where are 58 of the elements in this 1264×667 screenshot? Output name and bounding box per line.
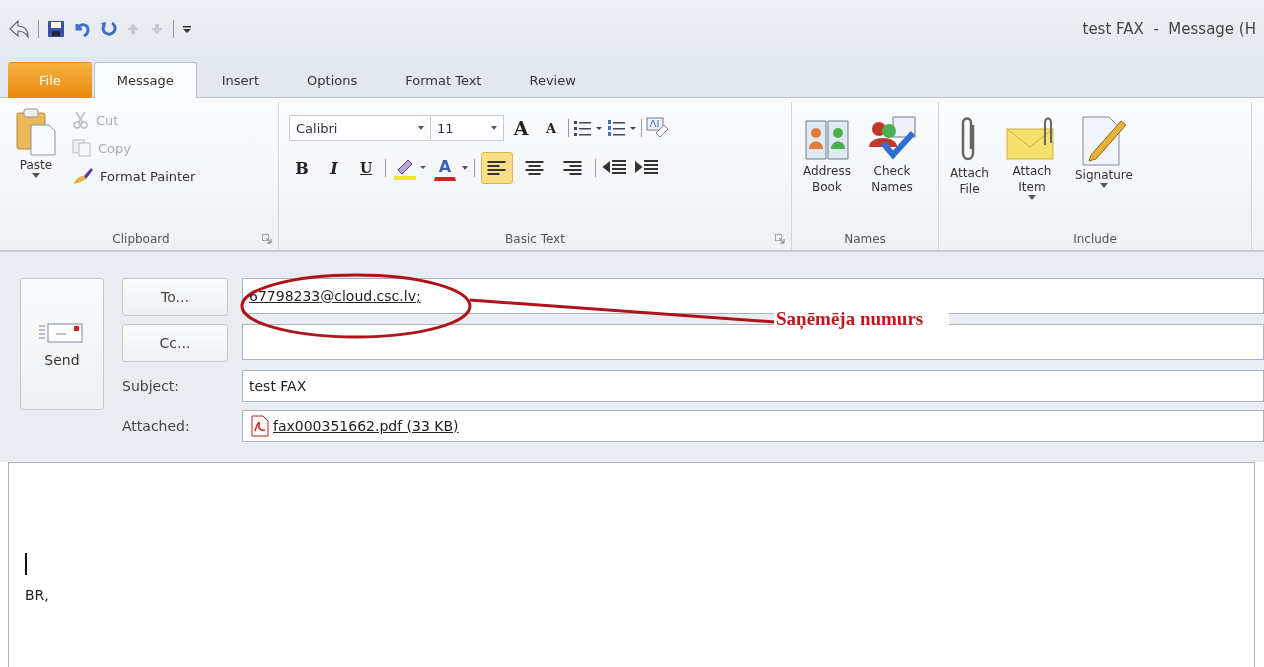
group-label: Basic Text (505, 232, 565, 246)
caret-icon (418, 126, 424, 130)
field-label: Subject: (122, 377, 181, 396)
input-field[interactable]: test FAX (242, 370, 1264, 402)
attachment-field[interactable]: fax000351662.pdf (33 KB) (242, 410, 1264, 442)
font-name-dropdown[interactable]: Calibri (289, 115, 431, 141)
book-button[interactable]: Address Book (798, 112, 856, 198)
group-label: Clipboard (112, 232, 170, 246)
field-label: Attached: (122, 417, 191, 436)
dialog-launcher-icon[interactable] (262, 234, 272, 244)
grow-font-button[interactable]: A (508, 114, 534, 142)
reply-icon[interactable] (8, 19, 30, 39)
bullet-list-icon[interactable] (573, 119, 603, 137)
caret-icon (32, 173, 40, 178)
recipient-button[interactable]: To... (122, 278, 228, 316)
align-icon (561, 160, 585, 176)
shrink-font-button[interactable]: A (538, 114, 564, 142)
send-button[interactable]: Send (20, 278, 104, 410)
pdf-file-icon (249, 415, 271, 437)
envelope-icon (38, 320, 86, 346)
dialog-launcher-icon[interactable] (775, 234, 785, 244)
group-label: Include (1073, 232, 1117, 246)
bold-button[interactable]: B (289, 154, 315, 182)
ribbon-tab[interactable]: Review (506, 62, 599, 98)
window-title: test FAX - Message (H (1082, 20, 1256, 38)
recipient-button[interactable]: Cc... (122, 324, 228, 362)
redo-icon[interactable] (99, 20, 117, 38)
ribbon-tab[interactable]: Message (93, 62, 197, 98)
format-painter-button[interactable]: Format Painter (68, 164, 200, 188)
align-icon (523, 160, 547, 176)
caret-icon (491, 126, 497, 130)
customize-dropdown-icon[interactable] (182, 23, 192, 35)
font-color-button[interactable]: A (434, 155, 456, 181)
styles-icon[interactable] (646, 117, 670, 139)
body-text: BR, (25, 587, 50, 603)
group-label: Names (844, 232, 886, 246)
clip-button[interactable]: Attach File (945, 112, 994, 200)
ribbon-tab[interactable]: Insert (198, 62, 283, 98)
scissors-icon (72, 111, 90, 129)
text-cursor (25, 553, 27, 575)
numbered-list-icon[interactable] (607, 119, 637, 137)
caret-icon (462, 166, 468, 170)
paste-button[interactable]: Paste (10, 104, 62, 181)
ribbon-tab[interactable]: Options (284, 62, 381, 98)
save-icon[interactable] (47, 20, 65, 38)
ribbon-tab[interactable]: Format Text (382, 62, 505, 98)
envelope-button[interactable]: Attach Item (999, 112, 1064, 203)
undo-icon[interactable] (73, 20, 91, 38)
italic-button[interactable]: I (321, 154, 347, 182)
underline-button[interactable]: U (353, 154, 379, 182)
paintbrush-icon (72, 166, 94, 186)
signature-button[interactable]: Signature (1069, 112, 1138, 191)
clipboard-icon (15, 107, 57, 157)
font-size-dropdown[interactable]: 11 (430, 115, 504, 141)
align-button[interactable] (481, 152, 513, 184)
copy-icon (72, 139, 92, 157)
check-button[interactable]: Check Names (862, 112, 922, 198)
align-icon (485, 160, 509, 176)
